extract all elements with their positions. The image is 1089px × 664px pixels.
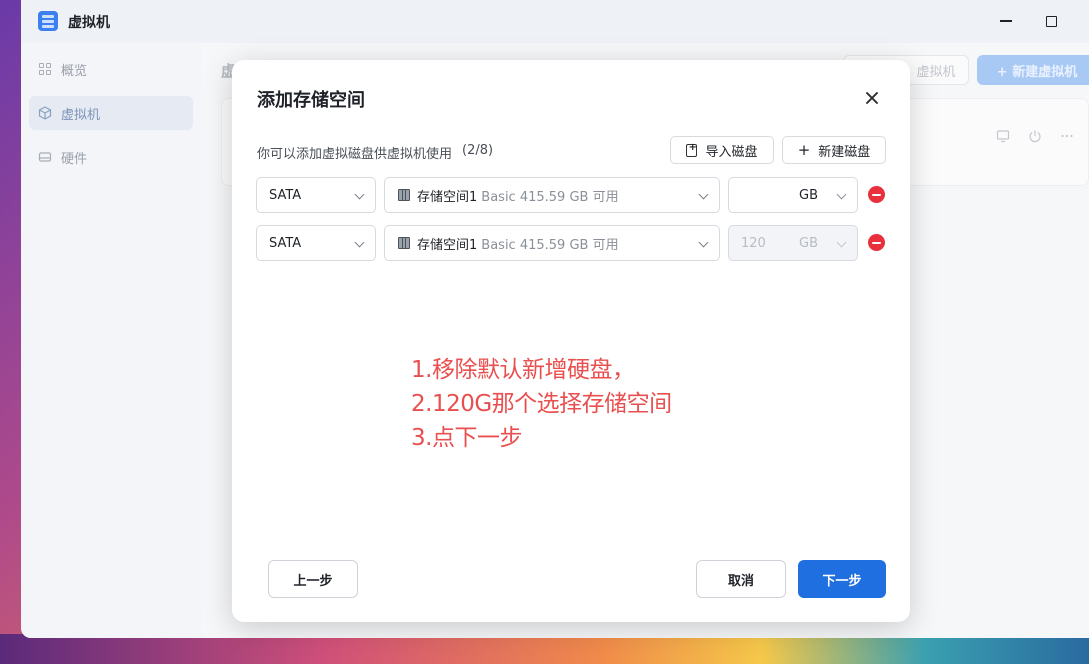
disk-type-value: SATA <box>269 187 302 203</box>
file-import-icon <box>686 142 698 157</box>
annotation-line: 2.120G那个选择存储空间 <box>411 391 672 417</box>
storage-icon <box>398 189 410 201</box>
chevron-down-icon <box>836 189 847 200</box>
next-step-button[interactable]: 下一步 <box>798 560 886 598</box>
storage-pool-select[interactable]: 存储空间1 Basic 415.59 GB 可用 <box>384 177 720 213</box>
chevron-down-icon <box>836 237 847 248</box>
new-vm-label: + 新建虚拟机 <box>996 64 1078 80</box>
previous-step-button[interactable]: 上一步 <box>268 560 358 598</box>
chevron-down-icon <box>698 189 709 200</box>
storage-name: 存储空间1 <box>417 237 478 253</box>
disk-size-field: 120 GB <box>728 225 858 261</box>
plus-icon: + <box>797 140 811 159</box>
disk-type-value: SATA <box>269 235 302 251</box>
minimize-button[interactable] <box>997 12 1015 30</box>
storage-name: 存储空间1 <box>417 189 478 205</box>
card-actions <box>996 129 1074 147</box>
drive-icon <box>38 150 52 164</box>
remove-disk-button[interactable] <box>868 234 885 251</box>
remove-disk-button[interactable] <box>868 186 885 203</box>
sidebar-item-hardware[interactable]: 硬件 <box>29 140 193 174</box>
more-icon[interactable] <box>1060 129 1074 147</box>
sidebar-item-label: 硬件 <box>61 151 88 167</box>
new-disk-button[interactable]: + 新建磁盘 <box>782 136 886 164</box>
sidebar-item-label: 虚拟机 <box>61 107 101 123</box>
chevron-down-icon <box>354 189 365 200</box>
disk-row: SATA 存储空间1 Basic 415.59 GB 可用 120 GB <box>256 225 886 261</box>
disk-type-select[interactable]: SATA <box>256 177 376 213</box>
new-vm-button[interactable]: + 新建虚拟机 <box>977 55 1089 85</box>
titlebar: 虚拟机 <box>21 0 1089 43</box>
storage-detail: Basic 415.59 GB 可用 <box>481 237 619 253</box>
cube-icon <box>38 106 52 120</box>
storage-pool-select[interactable]: 存储空间1 Basic 415.59 GB 可用 <box>384 225 720 261</box>
annotation-line: 3.点下一步 <box>411 425 522 451</box>
chevron-down-icon <box>354 237 365 248</box>
sidebar-item-vm[interactable]: 虚拟机 <box>29 96 193 130</box>
sidebar-item-overview[interactable]: 概览 <box>29 52 193 86</box>
disk-row: SATA 存储空间1 Basic 415.59 GB 可用 GB <box>256 177 886 213</box>
chevron-down-icon <box>698 237 709 248</box>
description-text: 你可以添加虚拟磁盘供虚拟机使用 <box>257 147 453 162</box>
disk-size-unit: GB <box>799 236 818 251</box>
disk-size-value: 120 <box>741 236 766 251</box>
app-logo-icon <box>38 11 58 31</box>
storage-detail: Basic 415.59 GB 可用 <box>481 189 619 205</box>
dialog-description: 你可以添加虚拟磁盘供虚拟机使用 (2/8) <box>257 143 493 162</box>
next-step-label: 下一步 <box>822 573 862 589</box>
storage-icon <box>398 237 410 249</box>
maximize-button[interactable] <box>1042 12 1060 30</box>
disk-size-field[interactable]: GB <box>728 177 858 213</box>
cancel-label: 取消 <box>727 573 754 589</box>
import-disk-button[interactable]: 导入磁盘 <box>670 136 774 164</box>
disk-count: (2/8) <box>462 143 494 158</box>
annotation-line: 1.移除默认新增硬盘， <box>411 357 635 383</box>
import-disk-label: 导入磁盘 <box>705 144 758 160</box>
close-icon[interactable] <box>864 90 880 106</box>
sidebar-item-label: 概览 <box>61 63 88 79</box>
dialog-title: 添加存储空间 <box>257 90 365 111</box>
cancel-button[interactable]: 取消 <box>696 560 786 598</box>
desktop-wallpaper <box>0 634 1089 664</box>
app-title: 虚拟机 <box>68 15 110 31</box>
instruction-annotation: 1.移除默认新增硬盘， 2.120G那个选择存储空间 3.点下一步 <box>411 353 672 455</box>
new-disk-label: 新建磁盘 <box>818 144 871 160</box>
disk-size-unit: GB <box>799 188 818 203</box>
import-vm-label: 虚拟机 <box>916 64 956 80</box>
grid-icon <box>38 62 52 76</box>
sidebar: 概览 虚拟机 硬件 <box>21 43 201 638</box>
power-icon[interactable] <box>1028 129 1042 147</box>
monitor-icon[interactable] <box>996 129 1010 147</box>
disk-type-select[interactable]: SATA <box>256 225 376 261</box>
add-storage-dialog: 添加存储空间 你可以添加虚拟磁盘供虚拟机使用 (2/8) 导入磁盘 + 新建磁盘… <box>232 60 910 622</box>
previous-step-label: 上一步 <box>293 573 333 589</box>
